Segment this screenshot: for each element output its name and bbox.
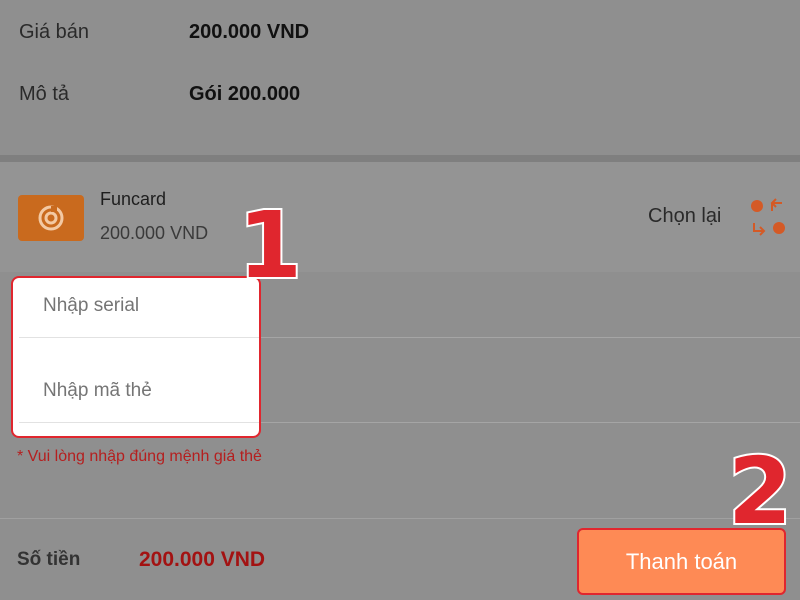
- amount-label: Số tiền: [17, 549, 81, 570]
- amount-value: 200.000 VND: [139, 548, 266, 571]
- step-marker-2: 2: [726, 438, 794, 545]
- step-marker-1: 1: [236, 192, 304, 299]
- footer-divider: [0, 518, 800, 519]
- denomination-warning: * Vui lòng nhập đúng mệnh giá thẻ: [17, 448, 262, 465]
- price-row: Giá bán 200.000 VND: [0, 0, 800, 60]
- card-price: 200.000 VND: [100, 223, 209, 243]
- funcard-swirl-icon: [38, 205, 64, 231]
- card-code-underline: [19, 422, 259, 423]
- card-code-input[interactable]: [41, 379, 245, 403]
- card-name: Funcard: [100, 189, 167, 209]
- price-value: 200.000 VND: [189, 21, 310, 43]
- funcard-logo: [18, 195, 84, 241]
- card-inputs-highlight: [11, 276, 261, 438]
- description-row: Mô tả Gói 200.000: [0, 62, 800, 122]
- serial-input[interactable]: [41, 294, 245, 318]
- reselect-button[interactable]: Chọn lại: [648, 205, 721, 228]
- swap-arrows-icon[interactable]: [748, 197, 788, 237]
- price-label: Giá bán: [19, 21, 90, 43]
- description-label: Mô tả: [19, 83, 70, 105]
- description-value: Gói 200.000: [189, 83, 301, 105]
- selected-card: Funcard 200.000 VND Chọn lại: [0, 162, 800, 272]
- section-divider: [0, 155, 800, 162]
- serial-input-underline: [19, 337, 259, 338]
